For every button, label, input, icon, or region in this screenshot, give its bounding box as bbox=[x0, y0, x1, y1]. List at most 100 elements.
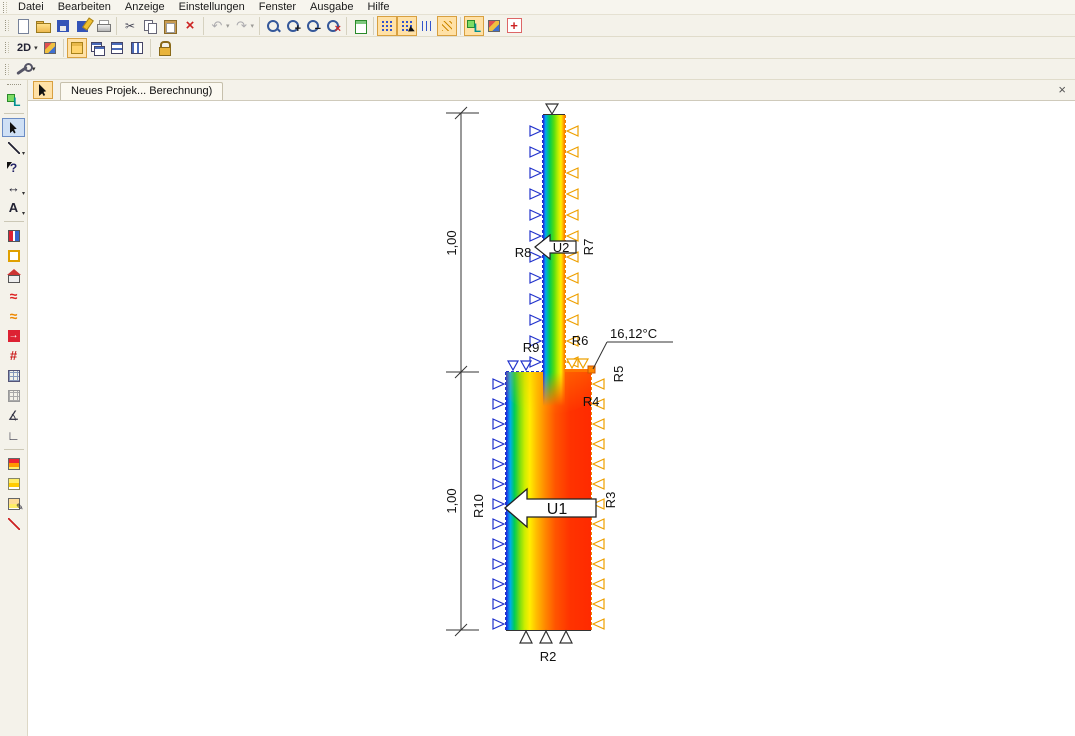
pointer-mode-button[interactable] bbox=[33, 81, 53, 99]
print-button[interactable] bbox=[93, 16, 113, 36]
tab-close-button[interactable]: × bbox=[1058, 84, 1066, 96]
delete-button[interactable] bbox=[180, 16, 200, 36]
separator bbox=[203, 17, 204, 35]
edit-layers-button[interactable] bbox=[2, 494, 25, 513]
grid-red-button[interactable] bbox=[2, 346, 25, 365]
menu-hilfe[interactable]: Hilfe bbox=[360, 1, 396, 13]
dimension-lower-label: 1,00 bbox=[444, 488, 459, 513]
zoom-off-button[interactable] bbox=[323, 16, 343, 36]
u1-label: U1 bbox=[547, 501, 568, 518]
dimension-tool-button[interactable]: ▾ bbox=[2, 178, 25, 197]
tile-horizontal-button[interactable] bbox=[107, 38, 127, 58]
support-symbols-bottom bbox=[520, 631, 572, 643]
heat-flow-button[interactable] bbox=[2, 306, 25, 325]
drawing-canvas[interactable]: 1,00 1,00 U2 U1 R8 R7 R9 bbox=[28, 101, 1075, 736]
tile-vertical-button[interactable] bbox=[127, 38, 147, 58]
undo-icon bbox=[209, 18, 225, 34]
calculate-button[interactable] bbox=[350, 16, 370, 36]
table-button[interactable] bbox=[2, 366, 25, 385]
toolbar-standard-grip[interactable] bbox=[5, 20, 9, 31]
vapor-button[interactable] bbox=[2, 326, 25, 345]
vertical-lines-button[interactable] bbox=[417, 16, 437, 36]
support-symbol-top bbox=[546, 104, 558, 114]
layer-manager-button[interactable] bbox=[2, 90, 25, 109]
save-as-button[interactable] bbox=[73, 16, 93, 36]
grid-snap-button[interactable] bbox=[397, 16, 417, 36]
menu-datei[interactable]: Datei bbox=[11, 1, 51, 13]
workspace: Neues Projek... Berechnung) × bbox=[28, 80, 1075, 736]
document-tab[interactable]: Neues Projek... Berechnung) bbox=[60, 82, 223, 100]
toolbar-tools-grip[interactable] bbox=[5, 64, 9, 75]
probe-button[interactable] bbox=[2, 406, 25, 425]
dropdown-arrow-icon: ▾ bbox=[22, 210, 25, 217]
undo-button[interactable]: ▾ bbox=[207, 16, 232, 36]
menu-fenster[interactable]: Fenster bbox=[252, 1, 303, 13]
material-box-button[interactable] bbox=[2, 226, 25, 245]
menu-einstellungen[interactable]: Einstellungen bbox=[172, 1, 252, 13]
angle-button[interactable] bbox=[2, 426, 25, 445]
palette-grip[interactable] bbox=[7, 84, 21, 87]
redo-button[interactable]: ▾ bbox=[232, 16, 257, 36]
result-layers-button[interactable] bbox=[2, 454, 25, 473]
save-button[interactable] bbox=[53, 16, 73, 36]
table-icon bbox=[6, 368, 22, 384]
menubar-grip[interactable] bbox=[3, 2, 7, 13]
dimension-tool-icon bbox=[6, 180, 22, 196]
hatch-button[interactable] bbox=[437, 16, 457, 36]
boundary-arrows-lower-left bbox=[493, 379, 504, 629]
draw-tool-button[interactable]: ▾ bbox=[2, 138, 25, 157]
isotherm-button[interactable] bbox=[2, 474, 25, 493]
tab-label: Neues Projek... Berechnung) bbox=[71, 85, 212, 97]
separator bbox=[259, 17, 260, 35]
texture-button[interactable] bbox=[40, 38, 60, 58]
zoom-icon bbox=[265, 18, 281, 34]
view-2d-button-button[interactable]: 2D▾ bbox=[13, 38, 40, 58]
tools-icon bbox=[15, 61, 31, 77]
cut-icon bbox=[122, 18, 138, 34]
layer-manager-button[interactable] bbox=[464, 16, 484, 36]
separator bbox=[373, 17, 374, 35]
zoom-button[interactable] bbox=[263, 16, 283, 36]
texture-button[interactable] bbox=[484, 16, 504, 36]
lock-button[interactable] bbox=[154, 38, 174, 58]
isotherm-icon bbox=[6, 476, 22, 492]
toolbar-view-grip[interactable] bbox=[5, 42, 9, 53]
layer-manager-icon bbox=[6, 92, 22, 108]
dropdown-arrow-icon: ▾ bbox=[251, 22, 255, 30]
paste-button[interactable] bbox=[160, 16, 180, 36]
grid-button[interactable] bbox=[377, 16, 397, 36]
query-tool-button[interactable] bbox=[2, 158, 25, 177]
copy-button[interactable] bbox=[140, 16, 160, 36]
room-button[interactable] bbox=[2, 266, 25, 285]
paste-icon bbox=[162, 18, 178, 34]
probe-icon bbox=[6, 408, 22, 424]
separator bbox=[116, 17, 117, 35]
menu-bearbeiten[interactable]: Bearbeiten bbox=[51, 1, 118, 13]
open-folder-icon bbox=[35, 18, 51, 34]
separator bbox=[4, 449, 24, 450]
heat-source-button[interactable] bbox=[2, 286, 25, 305]
draw-red-button[interactable] bbox=[2, 514, 25, 533]
zoom-in-button[interactable] bbox=[283, 16, 303, 36]
text-tool-button[interactable]: ▾ bbox=[2, 198, 25, 217]
cascade-windows-button[interactable] bbox=[87, 38, 107, 58]
add-button[interactable] bbox=[504, 16, 524, 36]
tools-button[interactable]: ▾ bbox=[13, 59, 38, 79]
heat-source-icon bbox=[6, 288, 22, 304]
window-button[interactable] bbox=[67, 38, 87, 58]
open-folder-button[interactable] bbox=[33, 16, 53, 36]
select-tool-button[interactable] bbox=[2, 118, 25, 137]
zoom-out-button[interactable] bbox=[303, 16, 323, 36]
tool-palette: ▾ ▾ ▾ bbox=[0, 80, 28, 736]
new-file-button[interactable] bbox=[13, 16, 33, 36]
menu-anzeige[interactable]: Anzeige bbox=[118, 1, 172, 13]
menu-ausgabe[interactable]: Ausgabe bbox=[303, 1, 360, 13]
grid-snap-icon bbox=[399, 18, 415, 34]
draw-red-icon bbox=[6, 516, 22, 532]
mesh-button[interactable] bbox=[2, 386, 25, 405]
print-icon bbox=[95, 18, 111, 34]
hatch-icon bbox=[439, 18, 455, 34]
cut-button[interactable] bbox=[120, 16, 140, 36]
surface-box-button[interactable] bbox=[2, 246, 25, 265]
toolbar-tools-buttons: ▾ bbox=[13, 59, 38, 79]
